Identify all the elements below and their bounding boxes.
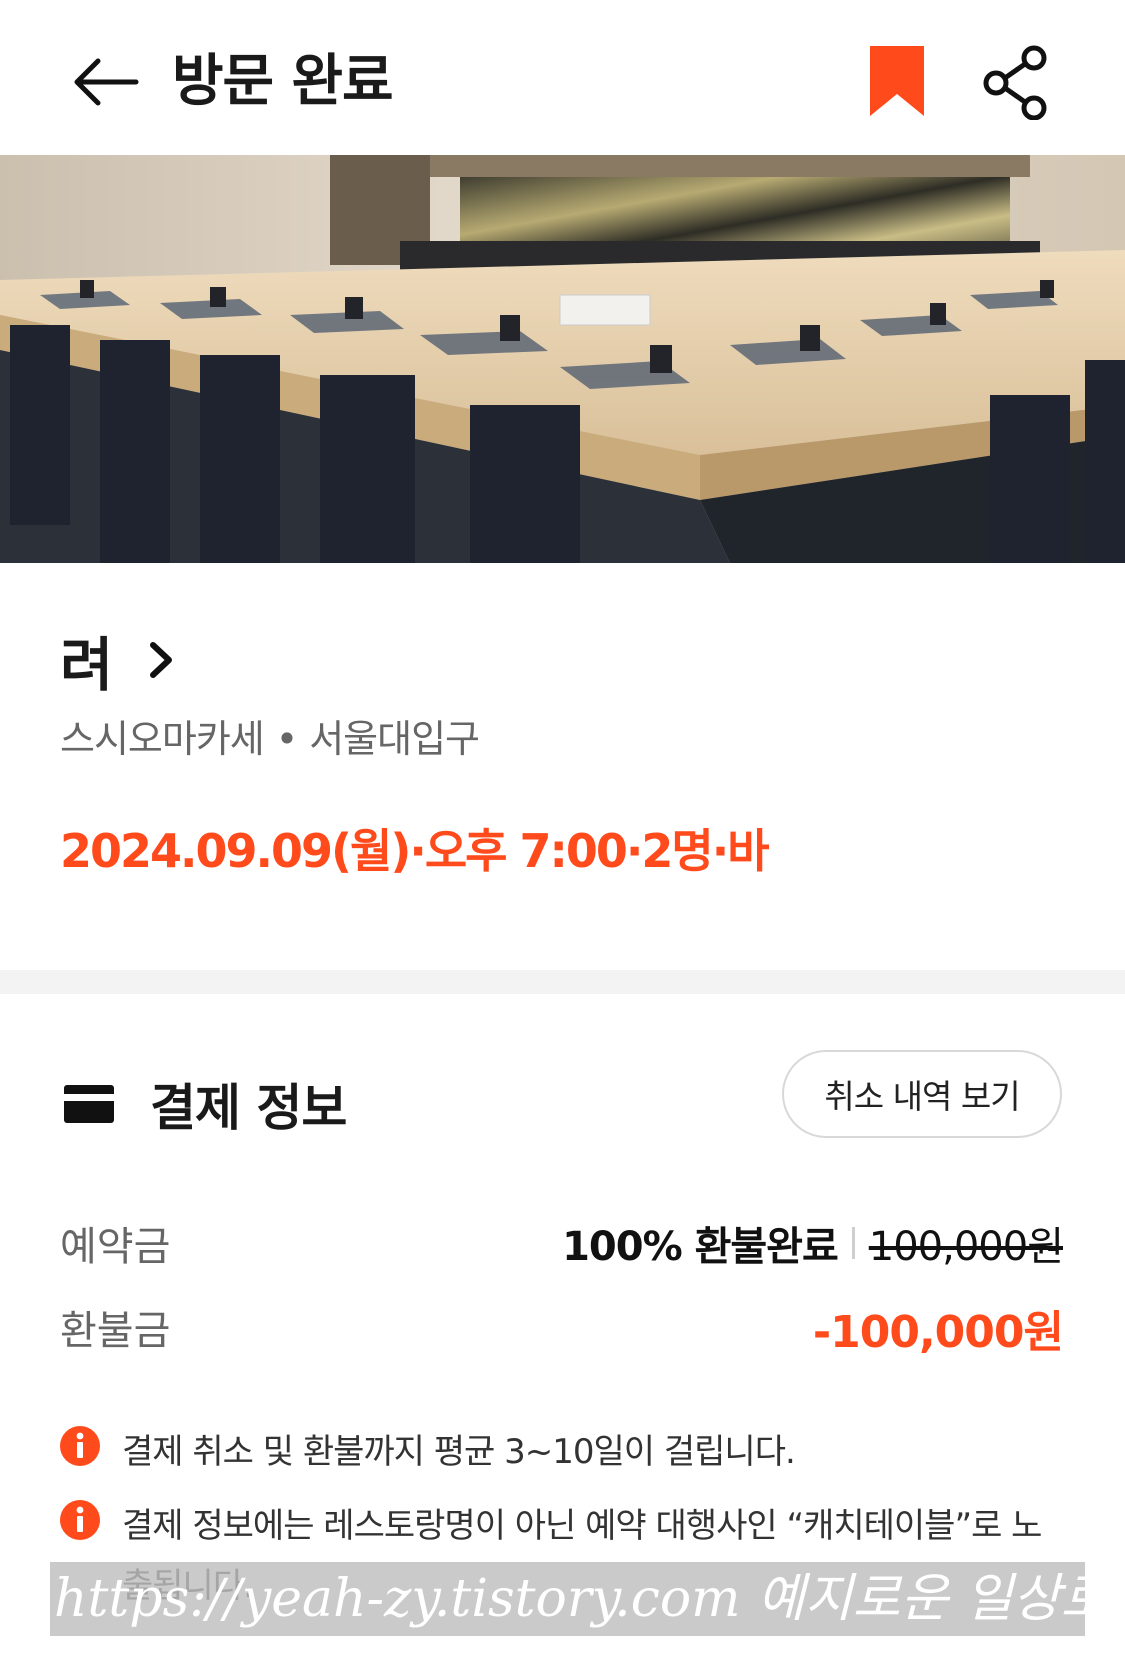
reservation-details: 2024.09.09(월)·오후 7:00·2명·바	[60, 824, 770, 878]
chevron-right-icon	[150, 642, 173, 678]
payment-title: 결제 정보	[150, 1079, 347, 1137]
top-app-bar: 방문 완료	[0, 0, 1125, 155]
original-amount: 100,000원	[868, 1224, 1064, 1270]
info-icon	[60, 1426, 100, 1466]
restaurant-meta: 스시오마카세 • 서울대입구	[60, 708, 480, 763]
deposit-value: 100% 환불완료 100,000원	[562, 1214, 1064, 1272]
payment-section-header: 결제 정보	[64, 1068, 347, 1140]
restaurant-link[interactable]: 려	[60, 620, 175, 700]
notice-item: 결제 취소 및 환불까지 평균 3~10일이 걸립니다.	[60, 1422, 1070, 1482]
restaurant-location: 서울대입구	[309, 717, 480, 761]
restaurant-category: 스시오마카세	[60, 717, 265, 761]
notice-text: 결제 취소 및 환불까지 평균 3~10일이 걸립니다.	[122, 1432, 796, 1472]
restaurant-name: 려	[60, 631, 114, 699]
arrow-left-icon	[74, 58, 139, 106]
sushi-counter-image	[0, 155, 1125, 563]
info-icon	[60, 1500, 100, 1540]
deposit-label: 예약금	[60, 1224, 171, 1270]
refund-amount: -100,000원	[812, 1307, 1064, 1358]
refund-label: 환불금	[60, 1308, 171, 1354]
cancel-history-button[interactable]: 취소 내역 보기	[782, 1050, 1062, 1138]
back-button[interactable]	[70, 52, 142, 112]
value-separator	[851, 1227, 855, 1259]
share-icon	[983, 45, 1047, 121]
section-divider	[0, 970, 1125, 994]
bookmark-icon	[870, 46, 924, 116]
restaurant-photo[interactable]	[0, 155, 1125, 563]
page-title: 방문 완료	[172, 49, 394, 114]
refund-status: 100% 환불완료	[562, 1224, 839, 1270]
share-button[interactable]	[980, 44, 1052, 121]
bookmark-button[interactable]	[866, 44, 928, 120]
watermark-overlay: https://yeah-zy.tistory.com 예지로운 일상로그	[50, 1562, 1085, 1636]
card-icon	[64, 1085, 114, 1123]
meta-separator: •	[275, 717, 298, 761]
